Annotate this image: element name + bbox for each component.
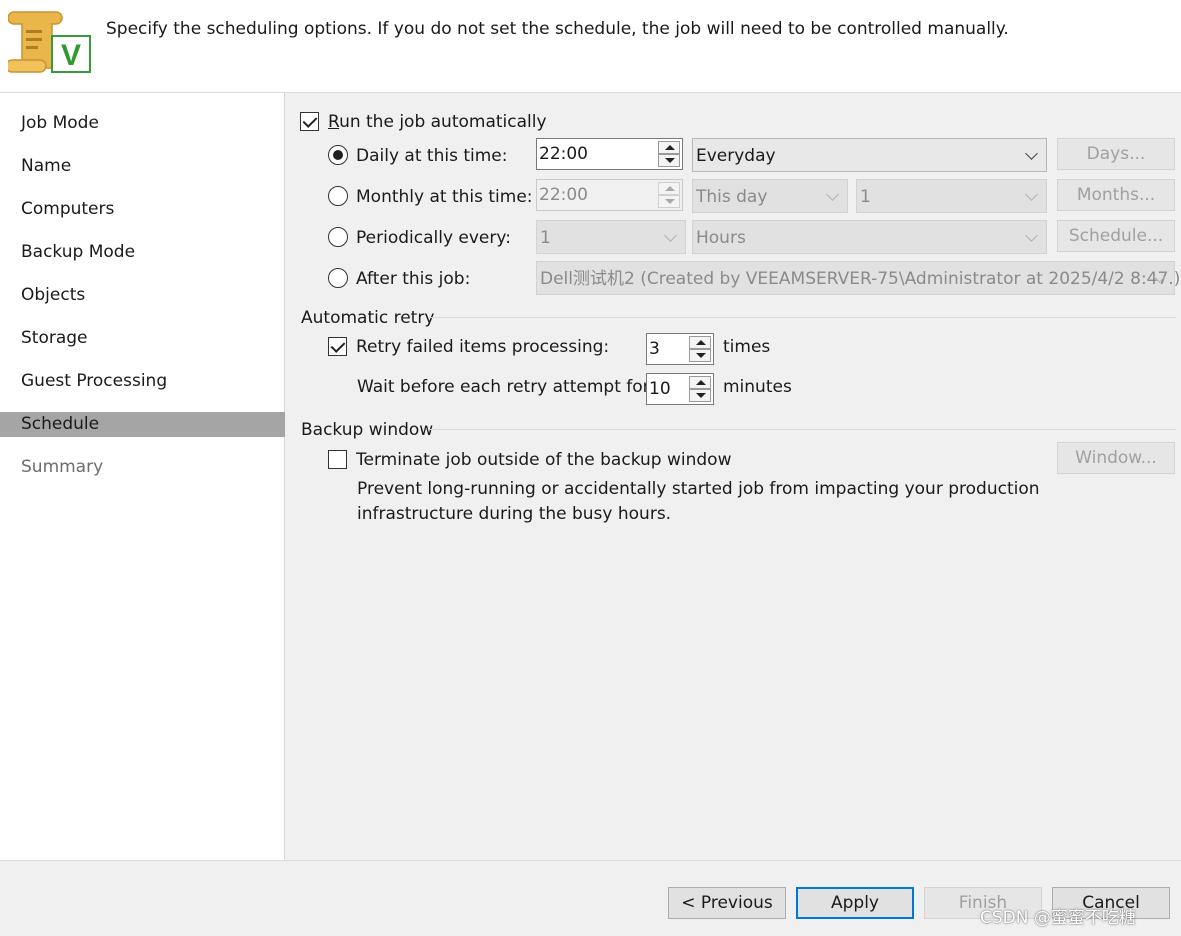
terminate-outside-window-label: Terminate job outside of the backup wind… [356,450,732,470]
backup-window-description-line2: infrastructure during the busy hours. [357,504,672,524]
wait-minutes-down-icon[interactable] [689,389,711,402]
sidebar-item-storage[interactable]: Storage [0,326,285,351]
daily-time-up-icon[interactable] [658,141,680,154]
retry-count-value: 3 [649,339,660,359]
wait-retry-label: Wait before each retry attempt for: [357,377,656,397]
apply-button[interactable]: Apply [796,887,914,919]
wizard-step-sidebar: Job Mode Name Computers Backup Mode Obje… [0,93,285,860]
chevron-down-icon [1025,188,1038,201]
wait-unit-label: minutes [723,377,792,397]
monthly-day-number-value: 1 [860,187,871,207]
monthly-time-down-icon[interactable] [658,195,680,208]
monthly-day-number-select[interactable]: 1 [856,179,1047,213]
wait-minutes-stepper[interactable]: 10 [646,373,714,405]
periodically-unit-select[interactable]: Hours [692,220,1047,254]
footer-divider [0,860,1181,861]
sidebar-item-schedule[interactable]: Schedule [0,412,285,437]
retry-unit-label: times [723,337,771,357]
after-job-radio[interactable] [328,268,348,288]
sidebar-item-guest-processing[interactable]: Guest Processing [0,369,285,394]
periodically-unit-value: Hours [696,228,746,248]
sidebar-item-summary: Summary [21,457,104,477]
sidebar-item-objects[interactable]: Objects [0,283,285,308]
daily-frequency-value: Everyday [696,146,776,166]
window-button[interactable]: Window... [1057,442,1175,474]
schedule-panel: Run the job automatically Daily at this … [286,93,1181,860]
daily-time-value: 22:00 [539,144,588,164]
previous-button[interactable]: < Previous [668,887,786,919]
chevron-down-icon [664,229,677,242]
after-job-label: After this job: [356,269,471,289]
csdn-watermark: CSDN @蜜蜜不吃糖 [980,908,1136,928]
sidebar-item-computers[interactable]: Computers [0,197,285,222]
terminate-outside-window-checkbox[interactable] [328,450,347,469]
periodically-value-select[interactable]: 1 [536,220,686,254]
sidebar-item-backup-mode[interactable]: Backup Mode [0,240,285,265]
after-job-select[interactable]: Dell测试机2 (Created by VEEAMSERVER-75\Admi… [536,261,1180,295]
automatic-retry-divider [428,317,1176,318]
automatic-retry-group-title: Automatic retry [301,308,435,328]
wait-minutes-value: 10 [649,379,671,399]
months-button[interactable]: Months... [1057,179,1175,211]
periodically-value: 1 [540,228,551,248]
backup-window-divider [428,429,1176,430]
retry-count-down-icon[interactable] [689,349,711,362]
daily-time-down-icon[interactable] [658,154,680,167]
run-automatically-label: Run the job automatically [328,112,547,132]
chevron-down-icon [826,188,839,201]
retry-failed-checkbox[interactable] [328,337,347,356]
after-job-value: Dell测试机2 (Created by VEEAMSERVER-75\Admi… [540,269,1181,289]
backup-window-description-line1: Prevent long-running or accidentally sta… [357,479,1040,499]
run-automatically-text: un the job automatically [339,112,547,132]
daily-radio[interactable] [328,145,348,165]
daily-time-stepper[interactable]: 22:00 [536,138,683,170]
retry-count-up-icon[interactable] [689,336,711,349]
monthly-day-option-value: This day [696,187,768,207]
days-button[interactable]: Days... [1057,138,1175,170]
run-automatically-checkbox[interactable] [300,112,319,131]
sidebar-item-name[interactable]: Name [0,154,285,179]
veeam-job-scroll-icon: V [8,11,91,73]
wait-minutes-up-icon[interactable] [689,376,711,389]
svg-text:V: V [61,39,81,72]
daily-frequency-select[interactable]: Everyday [692,138,1047,172]
chevron-down-icon [1025,147,1038,160]
schedule-button[interactable]: Schedule... [1057,220,1175,252]
retry-count-stepper[interactable]: 3 [646,333,714,365]
daily-label: Daily at this time: [356,146,508,166]
monthly-day-option-select[interactable]: This day [692,179,848,213]
sidebar-item-job-mode[interactable]: Job Mode [0,111,285,136]
monthly-radio[interactable] [328,186,348,206]
monthly-time-stepper[interactable]: 22:00 [536,179,683,211]
monthly-label: Monthly at this time: [356,187,533,207]
wizard-header: V Specify the scheduling options. If you… [0,0,1181,93]
retry-failed-label: Retry failed items processing: [356,337,610,357]
chevron-down-icon [1025,229,1038,242]
monthly-time-up-icon[interactable] [658,182,680,195]
periodically-label: Periodically every: [356,228,511,248]
periodically-radio[interactable] [328,227,348,247]
backup-window-group-title: Backup window [301,420,434,440]
header-description: Specify the scheduling options. If you d… [106,19,1009,39]
monthly-time-value: 22:00 [539,185,588,205]
